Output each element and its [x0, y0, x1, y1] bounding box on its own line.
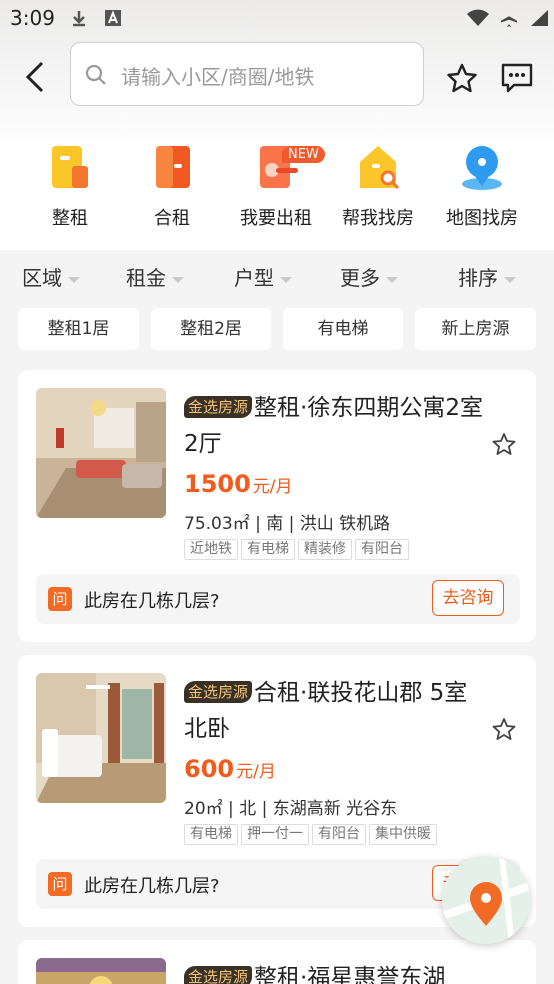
- price-value: 600: [184, 755, 235, 783]
- signal-icon: [531, 10, 548, 26]
- question-text: 此房在几栋几层?: [84, 591, 220, 612]
- category-row: 整租 合租 我要出租 帮我找房 地图找房: [0, 140, 554, 240]
- chip-whole-rent-2br[interactable]: 整租2居: [151, 308, 271, 350]
- airplane-icon: [500, 9, 518, 27]
- favorite-star-icon[interactable]: [492, 432, 516, 456]
- wifi-icon: [467, 9, 489, 26]
- new-badge: NEW: [282, 146, 325, 163]
- category-find-home[interactable]: 帮我找房: [326, 140, 430, 230]
- gold-listing-badge: 金选房源: [184, 966, 253, 984]
- listing-info: 20㎡ | 北 | 东湖高新 光谷东: [184, 799, 398, 819]
- font-app-icon: [105, 10, 121, 26]
- listing-tag: 有阳台: [312, 824, 366, 845]
- listing-tags: 有电梯 押一付一 有阳台 集中供暖: [184, 823, 440, 845]
- filter-sort[interactable]: 排序: [458, 262, 516, 291]
- gold-listing-badge: 金选房源: [184, 681, 253, 703]
- listing-tag: 有电梯: [184, 824, 238, 845]
- filter-label: 户型: [234, 266, 274, 290]
- filter-label: 区域: [22, 266, 62, 290]
- top-nav: 请输入小区/商圈/地铁: [0, 42, 554, 108]
- status-time: 3:09: [10, 6, 55, 30]
- listing-photo: [36, 958, 166, 984]
- chevron-down-icon: [172, 276, 184, 283]
- search-input[interactable]: 请输入小区/商圈/地铁: [70, 42, 424, 106]
- price-value: 1500: [184, 470, 251, 498]
- filter-more[interactable]: 更多: [340, 262, 398, 291]
- category-label: 地图找房: [446, 208, 518, 229]
- chip-new-listings[interactable]: 新上房源: [415, 308, 536, 350]
- question-text: 此房在几栋几层?: [84, 876, 220, 897]
- listing-tag: 有阳台: [355, 539, 409, 560]
- map-search-icon: [458, 140, 506, 192]
- chevron-down-icon: [280, 276, 292, 283]
- chevron-down-icon: [386, 276, 398, 283]
- listing-tag: 集中供暖: [369, 824, 437, 845]
- listing-card[interactable]: 金选房源 整租·福星惠誉东湖: [18, 940, 536, 984]
- listing-title-wrap: 金选房源 整租·徐东四期公寓2室2厅: [184, 390, 484, 462]
- question-icon: 问: [48, 587, 72, 611]
- price-unit: 元/月: [252, 477, 293, 497]
- filter-rent[interactable]: 租金: [126, 262, 184, 291]
- question-bar[interactable]: 问 此房在几栋几层? 去咨询: [36, 574, 520, 624]
- listing-price: 1500 元/月: [184, 470, 293, 498]
- filter-label: 更多: [340, 266, 380, 290]
- listing-info: 75.03㎡ | 南 | 洪山 铁机路: [184, 514, 391, 534]
- listing-tag: 押一付一: [241, 824, 309, 845]
- category-map-search[interactable]: 地图找房: [430, 140, 534, 230]
- chip-whole-rent-1br[interactable]: 整租1居: [18, 308, 139, 350]
- listing-tag: 近地铁: [184, 539, 238, 560]
- search-icon: [85, 64, 106, 85]
- listing-title-wrap: 金选房源 整租·福星惠誉东湖: [184, 960, 484, 984]
- consult-button[interactable]: 去咨询: [432, 580, 504, 616]
- listing-title: 整租·福星惠誉东湖: [254, 965, 446, 984]
- listing-photo: [36, 673, 166, 803]
- favorites-star-icon[interactable]: [446, 62, 478, 94]
- question-icon: 问: [48, 872, 72, 896]
- category-label: 我要出租: [240, 208, 312, 229]
- price-unit: 元/月: [236, 762, 276, 782]
- status-bar: 3:09: [0, 0, 554, 36]
- filter-label: 排序: [458, 266, 498, 290]
- listing-price: 600 元/月: [184, 755, 276, 783]
- message-icon[interactable]: [500, 62, 534, 94]
- filter-area[interactable]: 区域: [22, 262, 80, 291]
- listing-card[interactable]: 金选房源 整租·徐东四期公寓2室2厅 1500 元/月 75.03㎡ | 南 | 洪…: [18, 370, 536, 642]
- category-whole-rent[interactable]: 整租: [18, 140, 122, 230]
- category-shared-rent[interactable]: 合租: [120, 140, 224, 230]
- download-icon: [73, 11, 85, 27]
- chevron-down-icon: [68, 276, 80, 283]
- filter-layout[interactable]: 户型: [234, 262, 292, 291]
- quick-filter-chips: 整租1居 整租2居 有电梯 新上房源: [0, 308, 554, 352]
- chevron-down-icon: [504, 276, 516, 283]
- listing-tag: 精装修: [298, 539, 352, 560]
- filter-bar: 区域 租金 户型 更多 排序: [0, 250, 554, 300]
- category-label: 帮我找房: [342, 208, 414, 229]
- category-label: 合租: [154, 208, 190, 229]
- listing-tags: 近地铁 有电梯 精装修 有阳台: [184, 538, 412, 560]
- map-pin-icon: [442, 856, 530, 944]
- category-label: 整租: [52, 208, 88, 229]
- whole-rent-icon: [46, 140, 94, 192]
- search-placeholder: 请输入小区/商圈/地铁: [121, 65, 315, 89]
- shared-rent-icon: [148, 140, 196, 192]
- find-home-icon: [354, 140, 402, 192]
- chip-elevator[interactable]: 有电梯: [283, 308, 403, 350]
- map-float-button[interactable]: [442, 856, 530, 944]
- gold-listing-badge: 金选房源: [184, 396, 253, 418]
- filter-label: 租金: [126, 266, 166, 290]
- listing-title-wrap: 金选房源 合租·联投花山郡 5室 北卧: [184, 675, 484, 747]
- favorite-star-icon[interactable]: [492, 717, 516, 741]
- listing-photo: [36, 388, 166, 518]
- back-arrow-icon[interactable]: [22, 60, 50, 94]
- listing-tag: 有电梯: [241, 539, 295, 560]
